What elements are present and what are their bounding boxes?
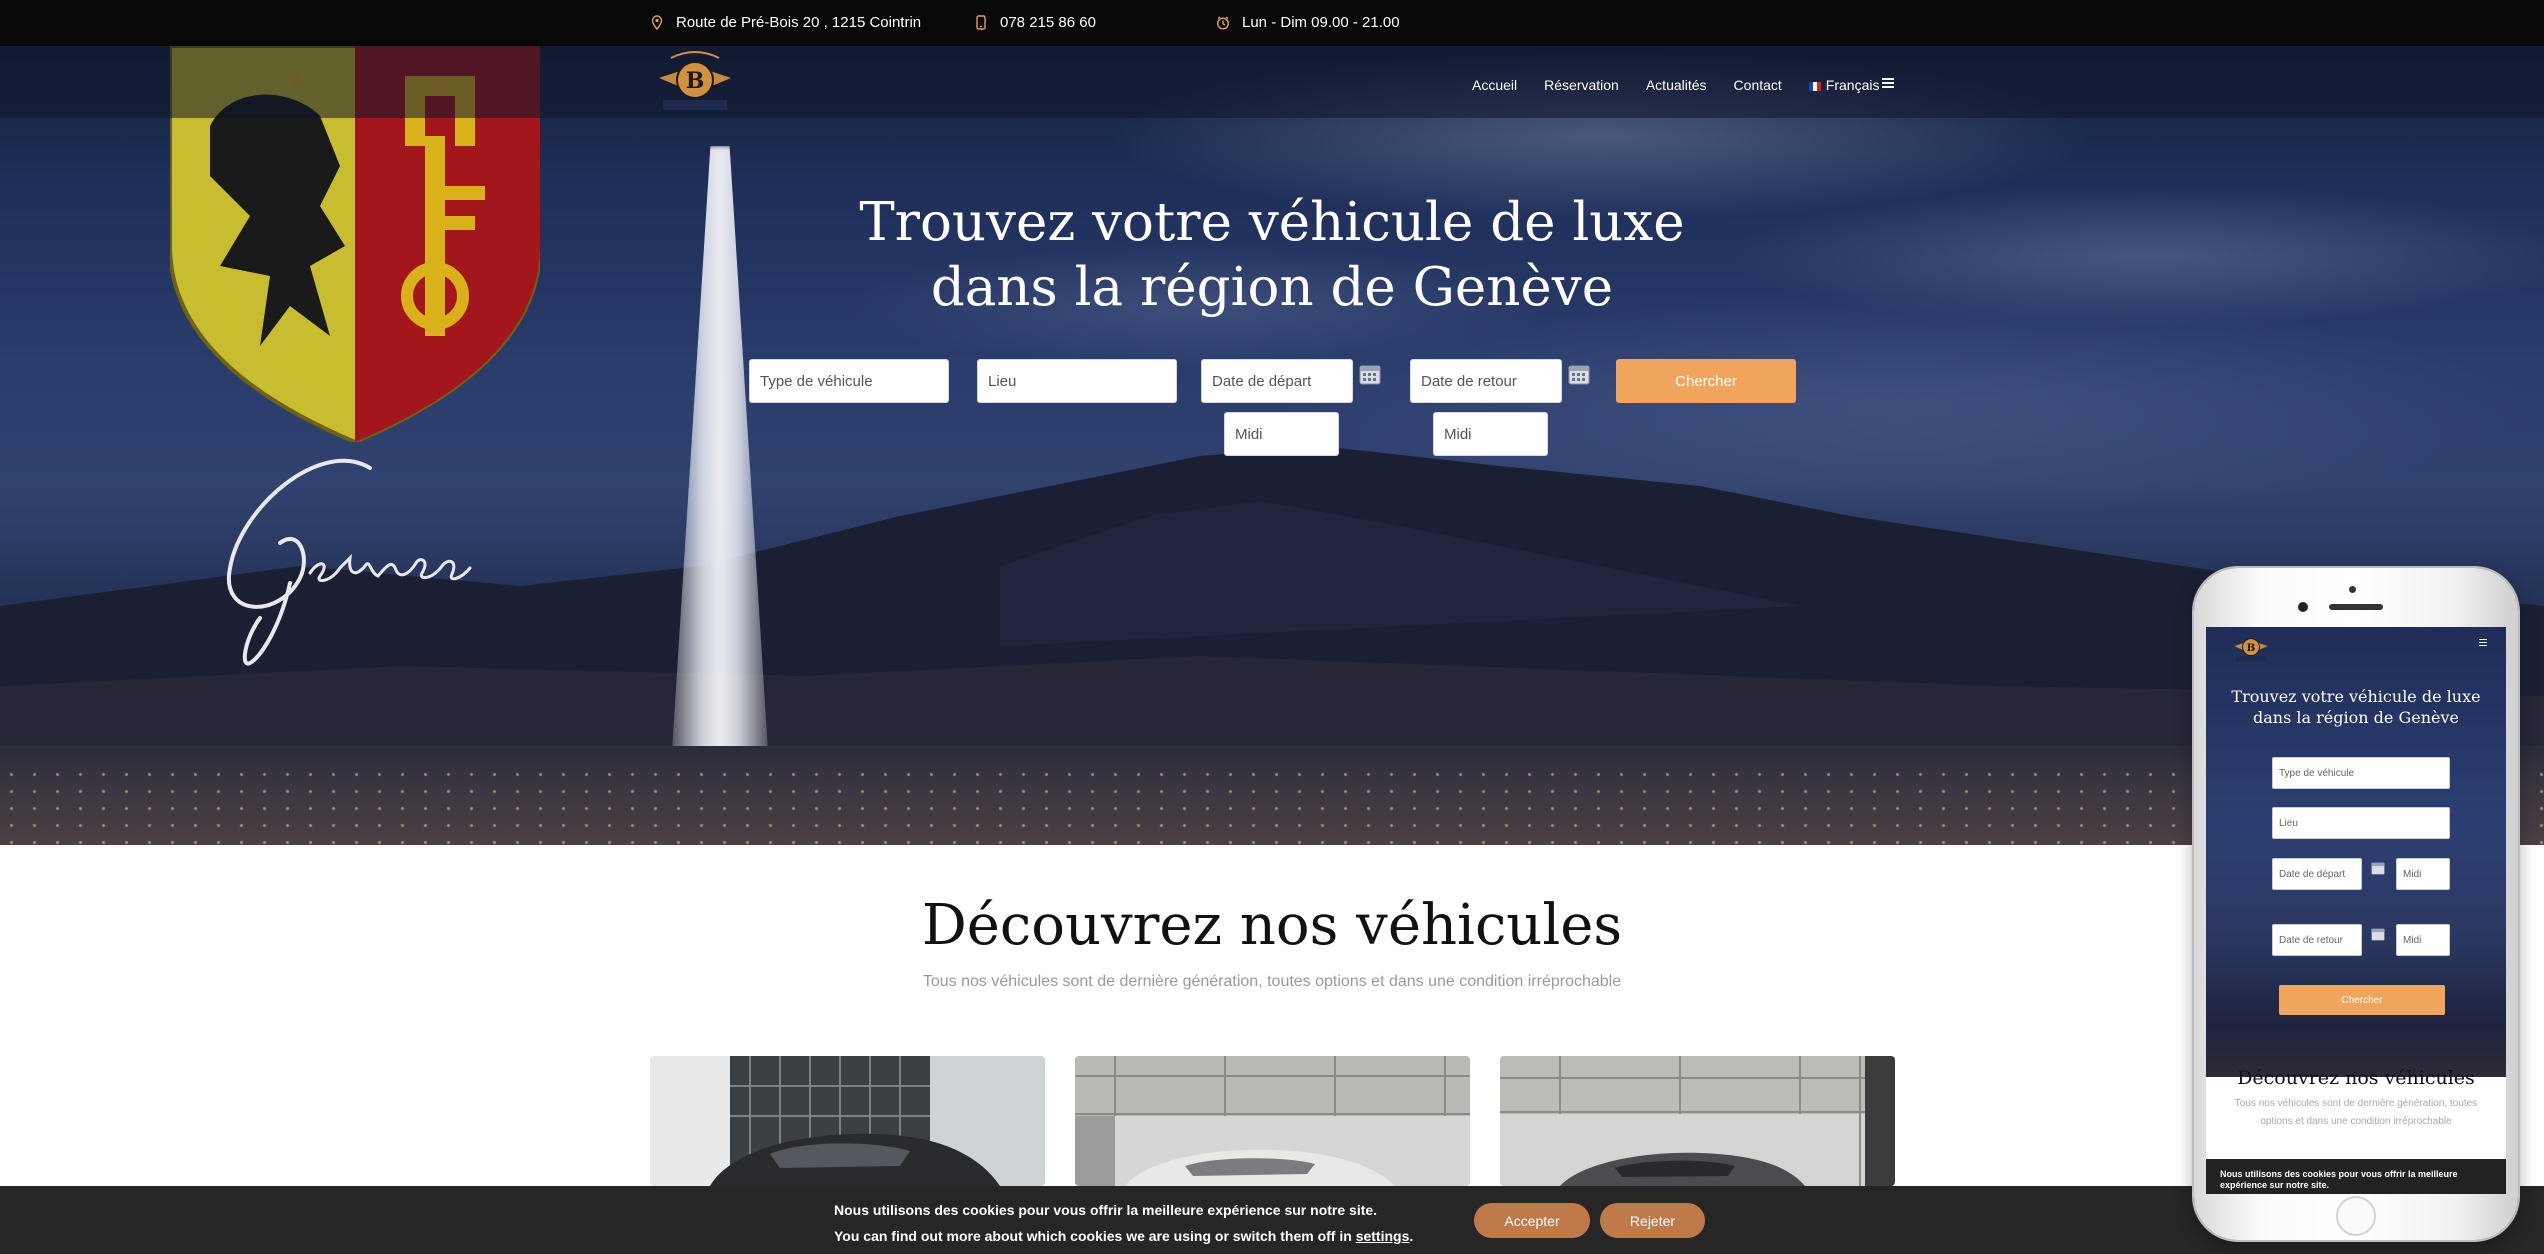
phone-text[interactable]: 078 215 86 60 bbox=[1000, 14, 1096, 31]
cookie-settings-prefix: You can find out more about which cookie… bbox=[834, 1228, 1356, 1244]
site-logo[interactable]: B bbox=[653, 50, 737, 114]
departure-time-select[interactable]: Midi bbox=[1224, 412, 1339, 456]
search-button[interactable]: Chercher bbox=[1616, 359, 1796, 403]
vehicle-type-input[interactable]: Type de véhicule bbox=[749, 359, 949, 403]
city-lights bbox=[0, 766, 2544, 845]
calendar-icon[interactable] bbox=[2371, 927, 2385, 941]
nav-item-contact[interactable]: Contact bbox=[1734, 77, 1782, 93]
phone-camera bbox=[2349, 586, 2356, 593]
geneva-script-lettering bbox=[226, 458, 472, 666]
mobile-section-subtitle: Tous nos véhicules sont de dernière géné… bbox=[2234, 1098, 2478, 1127]
vehicle-card[interactable] bbox=[1075, 1056, 1470, 1186]
svg-text:B: B bbox=[686, 68, 705, 94]
language-selector[interactable]: Français bbox=[1808, 77, 1880, 93]
mobile-preview-device: B Trouvez votre véhicule de luxe dans la… bbox=[2194, 568, 2518, 1240]
mobile-cookie-bar: Nous utilisons des cookies pour vous off… bbox=[2206, 1159, 2506, 1194]
mobile-vehicle-type-input[interactable]: Type de véhicule bbox=[2272, 757, 2450, 789]
vehicle-photo bbox=[650, 1056, 1045, 1186]
mobile-site-logo[interactable]: B bbox=[2231, 633, 2271, 663]
calendar-icon[interactable] bbox=[2371, 861, 2385, 875]
mobile-section-title: Découvrez nos véhicules bbox=[2237, 1067, 2475, 1089]
address-text: Route de Pré-Bois 20 , 1215 Cointrin bbox=[676, 14, 922, 31]
phone-speaker bbox=[2329, 604, 2383, 610]
main-navigation bbox=[0, 46, 2544, 118]
phone-info[interactable]: 078 215 86 60 bbox=[974, 14, 1096, 31]
address-info: Route de Pré-Bois 20 , 1215 Cointrin bbox=[650, 14, 921, 31]
return-date-input[interactable]: Date de retour bbox=[1410, 359, 1562, 403]
reject-cookies-button[interactable]: Rejeter bbox=[1600, 1203, 1705, 1238]
calendar-icon[interactable] bbox=[1568, 363, 1590, 385]
mobile-hero-title-line1: Trouvez votre véhicule de luxe bbox=[2231, 687, 2481, 706]
hero-title-line1: Trouvez votre véhicule de luxe bbox=[859, 192, 1685, 253]
nav-item-accueil[interactable]: Accueil bbox=[1472, 77, 1517, 93]
hero-title: Trouvez votre véhicule de luxe dans la r… bbox=[772, 190, 1772, 320]
mobile-return-time-select[interactable]: Midi bbox=[2396, 924, 2450, 956]
vehicle-card[interactable] bbox=[650, 1056, 1045, 1186]
cookie-message: Nous utilisons des cookies pour vous off… bbox=[834, 1202, 1378, 1218]
vehicles-section-subtitle: Tous nos véhicules sont de dernière géné… bbox=[922, 973, 1622, 990]
mobile-search-button[interactable]: Chercher bbox=[2279, 985, 2445, 1015]
phone-sensor bbox=[2298, 602, 2308, 612]
mobile-hero-title: Trouvez votre véhicule de luxe dans la r… bbox=[2216, 686, 2496, 728]
accept-cookies-button[interactable]: Accepter bbox=[1474, 1203, 1590, 1238]
map-pin-icon bbox=[650, 15, 664, 31]
french-flag-icon bbox=[1808, 82, 1821, 91]
vehicles-section-title: Découvrez nos véhicules bbox=[921, 893, 1623, 958]
mobile-departure-time-select[interactable]: Midi bbox=[2396, 858, 2450, 890]
vehicle-photo bbox=[1075, 1056, 1470, 1186]
mobile-screen: B Trouvez votre véhicule de luxe dans la… bbox=[2206, 627, 2506, 1194]
language-label: Français bbox=[1825, 77, 1880, 93]
cookie-settings-suffix: . bbox=[1409, 1228, 1414, 1244]
svg-text:B: B bbox=[2247, 642, 2256, 654]
top-info-bar: Route de Pré-Bois 20 , 1215 Cointrin 078… bbox=[0, 0, 2544, 46]
vehicle-photo bbox=[1500, 1056, 1895, 1186]
mobile-hamburger-icon[interactable] bbox=[2479, 639, 2487, 646]
return-time-select[interactable]: Midi bbox=[1433, 412, 1548, 456]
mobile-departure-date-input[interactable]: Date de départ bbox=[2272, 858, 2362, 890]
cookie-settings-message: You can find out more about which cookie… bbox=[834, 1228, 1413, 1244]
calendar-icon[interactable] bbox=[1359, 363, 1381, 385]
hamburger-icon[interactable] bbox=[1882, 78, 1894, 88]
hours-text: Lun - Dim 09.00 - 21.00 bbox=[1242, 14, 1400, 31]
cookie-consent-bar: Nous utilisons des cookies pour vous off… bbox=[0, 1186, 2544, 1254]
nav-item-actualites[interactable]: Actualités bbox=[1646, 77, 1707, 93]
cookie-settings-link[interactable]: settings bbox=[1356, 1228, 1410, 1244]
phone-home-button bbox=[2336, 1196, 2376, 1236]
hours-info: Lun - Dim 09.00 - 21.00 bbox=[1216, 14, 1400, 31]
mobile-hero-title-line2: dans la région de Genève bbox=[2253, 708, 2459, 727]
hero-title-line2: dans la région de Genève bbox=[930, 257, 1614, 318]
mobile-location-input[interactable]: Lieu bbox=[2272, 807, 2450, 839]
vehicle-card[interactable] bbox=[1500, 1056, 1895, 1186]
departure-date-input[interactable]: Date de départ bbox=[1201, 359, 1353, 403]
location-input[interactable]: Lieu bbox=[977, 359, 1177, 403]
clock-icon bbox=[1216, 15, 1230, 31]
nav-menu: Accueil Réservation Actualités Contact F… bbox=[1472, 77, 1906, 93]
mobile-phone-icon bbox=[974, 15, 988, 31]
nav-item-reservation[interactable]: Réservation bbox=[1544, 77, 1619, 93]
mobile-return-date-input[interactable]: Date de retour bbox=[2272, 924, 2362, 956]
